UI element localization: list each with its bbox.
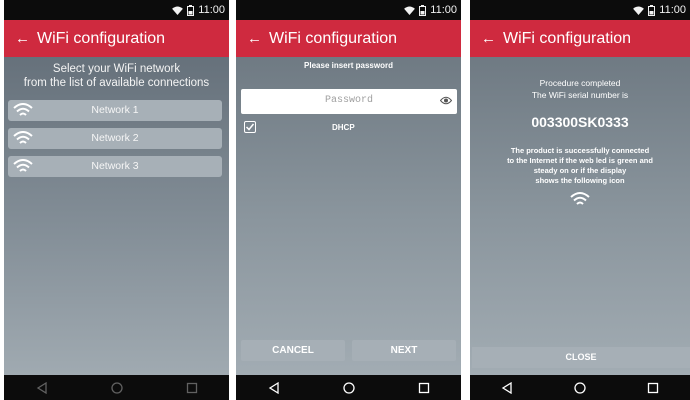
status-time: 11:00 [198, 4, 225, 16]
wifi-icon [633, 5, 645, 15]
status-bar: 11:00 [470, 0, 690, 20]
network-label: Network 1 [91, 104, 139, 116]
dhcp-checkbox[interactable] [244, 121, 256, 133]
serial-number: 003300SK0333 [531, 114, 629, 130]
serial-intro-text: The WiFi serial number is [531, 90, 629, 100]
phone-screen-network-select: 11:00 ← WiFi configuration Select your W… [4, 0, 229, 400]
back-arrow-icon[interactable]: ← [481, 30, 496, 47]
status-time: 11:00 [430, 4, 457, 16]
home-nav-icon[interactable] [342, 381, 355, 394]
password-instruction: Please insert password [304, 61, 393, 70]
close-button[interactable]: CLOSE [472, 347, 690, 368]
wifi-icon [172, 5, 184, 15]
home-nav-icon[interactable] [110, 381, 123, 394]
battery-icon [187, 4, 195, 16]
phone-screen-password: 11:00 ← WiFi configuration Please insert… [236, 0, 461, 400]
app-bar: ← WiFi configuration [236, 20, 461, 57]
completion-panel: Procedure completed The WiFi serial numb… [470, 57, 690, 375]
intro-line: from the list of available connections [23, 77, 210, 89]
back-nav-icon[interactable] [501, 381, 513, 394]
nav-bar [4, 375, 229, 400]
dhcp-label: DHCP [332, 123, 355, 132]
intro-text: Select your WiFi network from the list o… [4, 62, 229, 90]
back-nav-icon[interactable] [36, 381, 48, 394]
network-label: Network 3 [91, 160, 139, 172]
battery-icon [419, 4, 427, 16]
screen-title: WiFi configuration [269, 29, 398, 47]
screen-title: WiFi configuration [37, 29, 166, 47]
success-message-line: The product is successfully connected [510, 146, 650, 155]
status-bar: 11:00 [236, 0, 461, 20]
next-button[interactable]: NEXT [352, 340, 456, 361]
recents-nav-icon[interactable] [647, 382, 659, 394]
wifi-icon [404, 5, 416, 15]
completed-text: Procedure completed [539, 78, 621, 88]
recents-nav-icon[interactable] [418, 382, 430, 394]
network-label: Network 2 [91, 132, 139, 144]
success-message-line: steady on or if the display [533, 166, 627, 175]
password-panel: Please insert password Password DHCP CAN… [236, 57, 461, 375]
network-item-2[interactable]: Network 2 [8, 128, 222, 149]
nav-bar [236, 375, 461, 400]
show-password-eye-icon[interactable] [440, 96, 452, 105]
back-nav-icon[interactable] [268, 381, 280, 394]
wifi-connected-icon [570, 192, 590, 205]
success-message-line: to the Internet if the web led is green … [507, 156, 653, 165]
status-time: 11:00 [659, 4, 686, 16]
battery-icon [648, 4, 656, 16]
back-arrow-icon[interactable]: ← [247, 30, 262, 47]
network-item-1[interactable]: Network 1 [8, 100, 222, 121]
network-item-3[interactable]: Network 3 [8, 156, 222, 177]
cancel-button[interactable]: CANCEL [241, 340, 345, 361]
app-bar: ← WiFi configuration [470, 20, 690, 57]
status-bar: 11:00 [4, 0, 229, 20]
nav-bar [470, 375, 690, 400]
success-message-line: shows the following icon [535, 176, 625, 185]
network-list-panel: Select your WiFi network from the list o… [4, 57, 229, 375]
password-placeholder: Password [324, 95, 373, 106]
password-field[interactable]: Password [241, 89, 457, 114]
intro-line: Select your WiFi network [52, 63, 181, 75]
recents-nav-icon[interactable] [186, 382, 198, 394]
screen-title: WiFi configuration [503, 29, 632, 47]
home-nav-icon[interactable] [574, 381, 586, 394]
app-bar: ← WiFi configuration [4, 20, 229, 57]
phone-screen-completed: 11:00 ← WiFi configuration Procedure com… [470, 0, 690, 400]
back-arrow-icon[interactable]: ← [15, 30, 30, 47]
